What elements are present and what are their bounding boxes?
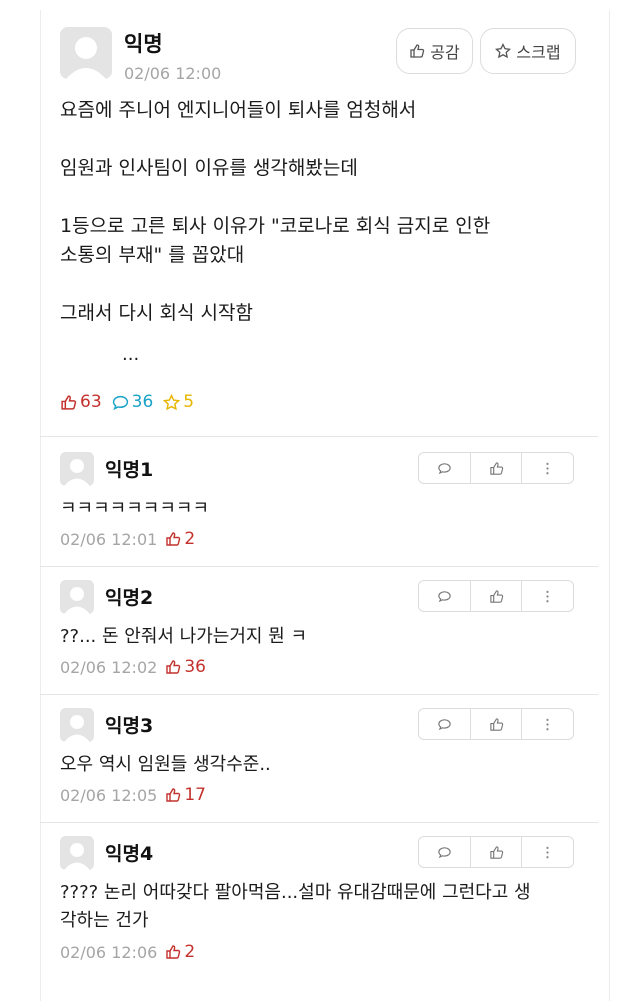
comment-meta: 02/06 12:06 2 <box>60 942 195 962</box>
scrap-button-label: 스크랩 <box>516 43 561 62</box>
more-button[interactable] <box>522 581 573 611</box>
thumbs-up-icon <box>410 44 425 58</box>
comment-actions <box>418 452 574 484</box>
comment: 익명4 ???? 논리 어따갖다 팔아먹음...설마 유대감때문에 그런다고 생… <box>60 836 580 986</box>
comment-like-count: 2 <box>165 942 195 962</box>
comment-meta: 02/06 12:05 17 <box>60 785 206 805</box>
comment-author: 익명2 <box>105 587 154 609</box>
avatar-icon <box>60 708 94 742</box>
reply-button[interactable] <box>419 837 471 867</box>
reply-button[interactable] <box>419 709 471 739</box>
comment-text: ㅋㅋㅋㅋㅋㅋㅋㅋㅋ <box>60 498 210 519</box>
speech-bubble-icon <box>438 462 451 474</box>
speech-bubble-icon <box>438 718 451 730</box>
post-time: 02/06 12:00 <box>124 64 222 83</box>
thumbs-up-icon <box>489 845 503 859</box>
more-vertical-icon <box>546 846 549 858</box>
post-body: 요즘에 주니어 엔지니어들이 퇴사를 엄청해서 임원과 인사팀이 이유를 생각해… <box>60 96 580 369</box>
speech-bubble-icon <box>112 395 128 410</box>
post-line: 임원과 인사팀이 이유를 생각해봤는데 <box>60 157 358 179</box>
thumbs-up-icon <box>166 532 181 546</box>
star-icon <box>495 43 512 59</box>
comment-like-count: 17 <box>165 785 206 805</box>
comment-like-button[interactable] <box>471 453 523 483</box>
more-vertical-icon <box>546 718 549 730</box>
comment-like-button[interactable] <box>471 581 523 611</box>
avatar-icon <box>60 580 94 614</box>
avatar-icon <box>60 836 94 870</box>
comment-time: 02/06 12:05 <box>60 785 158 805</box>
more-button[interactable] <box>522 709 573 739</box>
comment-author: 익명3 <box>105 715 154 737</box>
post-line: 소통의 부재" 를 꼽았대 <box>60 244 245 266</box>
comment-time: 02/06 12:01 <box>60 529 158 549</box>
like-button-label: 공감 <box>430 43 460 62</box>
comment-like-button[interactable] <box>471 837 523 867</box>
like-button[interactable]: 공감 <box>396 28 473 74</box>
divider <box>40 694 598 695</box>
comment: 익명2 ??... 돈 안줘서 나가는거지 뭔 ㅋ 02/06 12:02 36 <box>60 580 580 700</box>
scrap-count: 5 <box>163 392 194 412</box>
comment: 익명3 오우 역시 임원들 생각수준.. 02/06 12:05 17 <box>60 708 580 828</box>
speech-bubble-icon <box>438 846 451 858</box>
comment-actions <box>418 580 574 612</box>
comment-meta: 02/06 12:02 36 <box>60 657 206 677</box>
post-stats: 63 36 5 <box>60 392 194 412</box>
post-line: 요즘에 주니어 엔지니어들이 퇴사를 엄청해서 <box>60 99 417 121</box>
comment-text: 오우 역시 임원들 생각수준.. <box>60 754 271 775</box>
divider <box>40 566 598 567</box>
post-line: 그래서 다시 회식 시작함 <box>60 302 253 324</box>
comment-meta: 02/06 12:01 2 <box>60 529 195 549</box>
speech-bubble-icon <box>438 590 451 602</box>
post-ellipsis: ... <box>122 344 140 365</box>
thumbs-up-icon <box>61 394 77 410</box>
comment-time: 02/06 12:02 <box>60 657 158 677</box>
comment-author: 익명4 <box>105 843 154 865</box>
thumbs-up-icon <box>166 788 181 802</box>
post-line: 1등으로 고른 퇴사 이유가 "코로나로 회식 금지로 인한 <box>60 215 491 237</box>
comment-count: 36 <box>112 392 153 412</box>
comment-like-count: 2 <box>165 529 195 549</box>
reply-button[interactable] <box>419 453 471 483</box>
divider <box>40 822 598 823</box>
more-vertical-icon <box>546 590 549 602</box>
comment: 익명1 ㅋㅋㅋㅋㅋㅋㅋㅋㅋ 02/06 12:01 2 <box>60 452 580 572</box>
comment-actions <box>418 836 574 868</box>
like-count: 63 <box>60 392 102 412</box>
star-icon <box>163 393 181 410</box>
thumbs-up-icon <box>166 945 181 959</box>
scrap-button[interactable]: 스크랩 <box>480 28 576 74</box>
comment-time: 02/06 12:06 <box>60 942 158 962</box>
avatar-icon <box>60 27 112 79</box>
post-author: 익명 <box>124 32 163 56</box>
thumbs-up-icon <box>489 717 503 731</box>
comment-like-count: 36 <box>165 657 206 677</box>
more-button[interactable] <box>522 837 573 867</box>
thumbs-up-icon <box>489 589 503 603</box>
divider <box>40 436 598 437</box>
comment-text: ??... 돈 안줘서 나가는거지 뭔 ㅋ <box>60 626 308 647</box>
thumbs-up-icon <box>166 660 181 674</box>
comment-author: 익명1 <box>105 459 154 481</box>
comment-like-button[interactable] <box>471 709 523 739</box>
avatar-icon <box>60 452 94 486</box>
comment-actions <box>418 708 574 740</box>
reply-button[interactable] <box>419 581 471 611</box>
more-button[interactable] <box>522 453 573 483</box>
comment-text: ???? 논리 어따갖다 팔아먹음...설마 유대감때문에 그런다고 생각하는 … <box>60 882 531 931</box>
more-vertical-icon <box>546 462 549 474</box>
thumbs-up-icon <box>489 461 503 475</box>
